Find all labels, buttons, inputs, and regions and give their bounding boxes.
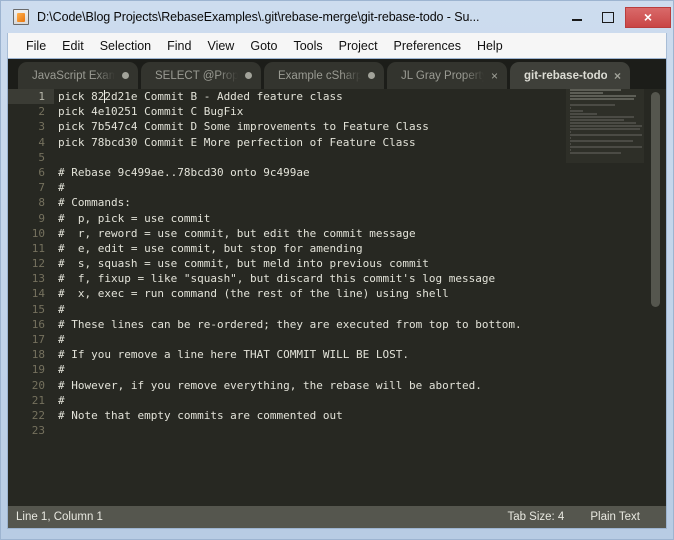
minimap-line [570, 104, 615, 106]
sublime-text-icon [13, 9, 29, 25]
cursor-position-status[interactable]: Line 1, Column 1 [16, 511, 103, 523]
minimap[interactable] [566, 89, 644, 506]
line-number: 22 [31, 408, 45, 422]
title-bar: D:\Code\Blog Projects\RebaseExamples\.gi… [1, 1, 673, 33]
text-caret [104, 90, 105, 103]
menu-bar: File Edit Selection Find View Goto Tools Projec… [7, 33, 667, 58]
line-number: 19 [31, 363, 45, 377]
menu-item-tools[interactable]: Tools [285, 36, 330, 56]
menu-item-goto[interactable]: Goto [242, 36, 285, 56]
line-number: 10 [31, 226, 45, 240]
minimap-line [570, 152, 621, 154]
line-number: 23 [31, 424, 45, 438]
minimap-viewport[interactable] [566, 89, 644, 163]
tab-jl-gray-property-n[interactable]: JL Gray Property N × [387, 62, 507, 89]
line-number: 6 [38, 165, 45, 179]
syntax-status[interactable]: Plain Text [590, 511, 640, 523]
line-number: 8 [38, 196, 45, 210]
menu-item-help[interactable]: Help [469, 36, 511, 56]
menu-item-selection[interactable]: Selection [92, 36, 159, 56]
minimap-line [570, 92, 604, 94]
tab-label: SELECT @Property [155, 69, 238, 82]
tab-unsaved-dot-icon[interactable] [245, 72, 252, 79]
line-number: 13 [31, 272, 45, 286]
line-number: 2 [38, 105, 45, 119]
tab-label: Example cSharp Sn [278, 69, 361, 82]
tab-bar: JavaScript Example SELECT @Property Exampl… [8, 59, 666, 89]
minimize-button[interactable] [562, 6, 592, 28]
minimap-line [570, 125, 642, 127]
line-number: 9 [38, 211, 45, 225]
minimap-line [570, 89, 621, 91]
minimap-line [570, 128, 640, 130]
line-number: 7 [38, 181, 45, 195]
minimap-line [570, 131, 572, 133]
vertical-scrollbar[interactable] [649, 89, 662, 506]
line-number: 1 [8, 89, 54, 105]
line-number-gutter: 1 2 3 4 5 6 7 8 9 10 11 12 13 14 15 16 17 18 19 20 21 22 23 [8, 89, 54, 506]
close-icon: × [643, 9, 653, 25]
window-title: D:\Code\Blog Projects\RebaseExamples\.gi… [37, 10, 480, 24]
line-number: 16 [31, 317, 45, 331]
minimap-line [570, 140, 633, 142]
tab-git-rebase-todo[interactable]: git-rebase-todo × [510, 62, 630, 89]
line-number: 4 [38, 135, 45, 149]
minimap-line [570, 113, 598, 115]
line-number: 20 [31, 378, 45, 392]
minimap-line [570, 116, 634, 118]
minimap-line [570, 137, 572, 139]
line-number: 11 [31, 241, 45, 255]
tab-label: JL Gray Property N [401, 69, 484, 82]
editor-pane[interactable]: 1 2 3 4 5 6 7 8 9 10 11 12 13 14 15 16 17 18 19 20 21 22 23 pi… [8, 89, 666, 506]
tab-label: git-rebase-todo [524, 69, 607, 82]
editor-shell: JavaScript Example SELECT @Property Exampl… [7, 58, 667, 529]
tab-example-csharp-sn[interactable]: Example cSharp Sn [264, 62, 384, 89]
minimap-line [570, 143, 572, 145]
line-number: 15 [31, 302, 45, 316]
tab-unsaved-dot-icon[interactable] [368, 72, 375, 79]
status-bar: Line 1, Column 1 Tab Size: 4 Plain Text [8, 506, 666, 528]
line-number: 21 [31, 393, 45, 407]
menu-item-file[interactable]: File [18, 36, 54, 56]
tab-label: JavaScript Example [32, 69, 115, 82]
minimap-line [570, 149, 572, 151]
tab-size-status[interactable]: Tab Size: 4 [507, 511, 564, 523]
line-number: 3 [38, 120, 45, 134]
line-number: 18 [31, 348, 45, 362]
minimap-line [570, 122, 637, 124]
menu-item-project[interactable]: Project [331, 36, 386, 56]
tab-close-icon[interactable]: × [491, 70, 498, 82]
menu-item-edit[interactable]: Edit [54, 36, 92, 56]
line-number: 14 [31, 287, 45, 301]
tab-select-property[interactable]: SELECT @Property [141, 62, 261, 89]
tab-close-icon[interactable]: × [614, 70, 621, 82]
minimap-line [570, 119, 625, 121]
line-number: 5 [38, 150, 45, 164]
minimap-line [570, 146, 642, 148]
tab-unsaved-dot-icon[interactable] [122, 72, 129, 79]
maximize-button[interactable] [592, 6, 622, 28]
menu-item-view[interactable]: View [199, 36, 242, 56]
vertical-scrollbar-thumb[interactable] [651, 92, 660, 307]
minimap-line [570, 110, 583, 112]
tab-javascript-example[interactable]: JavaScript Example [18, 62, 138, 89]
menu-item-find[interactable]: Find [159, 36, 199, 56]
menu-item-preferences[interactable]: Preferences [386, 36, 469, 56]
minimap-line [570, 95, 637, 97]
line-number: 12 [31, 257, 45, 271]
close-button[interactable]: × [625, 6, 671, 28]
minimap-line [570, 134, 642, 136]
application-window: D:\Code\Blog Projects\RebaseExamples\.gi… [0, 0, 674, 540]
minimap-line [570, 98, 634, 100]
minimap-line [570, 107, 572, 109]
line-number: 17 [31, 333, 45, 346]
